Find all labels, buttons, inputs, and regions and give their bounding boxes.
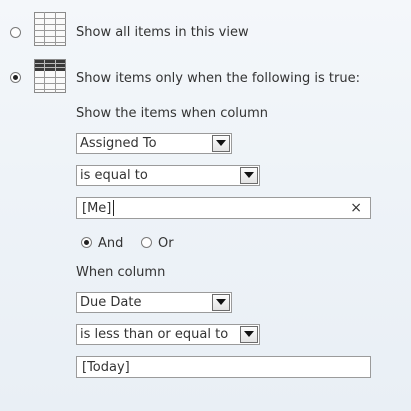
condition2-heading: When column bbox=[76, 265, 166, 280]
show-all-label: Show all items in this view bbox=[76, 25, 249, 40]
condition1-operator-value: is equal to bbox=[80, 168, 148, 183]
condition1-heading: Show the items when column bbox=[76, 106, 269, 121]
condition1-operator-select[interactable]: is equal to bbox=[76, 165, 260, 186]
condition2-operator-value: is less than or equal to bbox=[80, 327, 229, 342]
filtered-table-icon bbox=[34, 59, 66, 93]
chevron-down-icon[interactable] bbox=[212, 294, 230, 311]
condition1-value-text: [Me] bbox=[82, 201, 112, 216]
and-radio[interactable] bbox=[81, 237, 92, 248]
condition1-column-select[interactable]: Assigned To bbox=[76, 133, 232, 154]
condition2-column-select[interactable]: Due Date bbox=[76, 292, 232, 313]
condition2-value-text: [Today] bbox=[82, 360, 130, 375]
clear-icon[interactable]: × bbox=[350, 200, 362, 216]
condition1-value-input[interactable]: [Me] × bbox=[76, 197, 371, 219]
condition1-column-value: Assigned To bbox=[80, 136, 157, 151]
chevron-down-icon[interactable] bbox=[212, 135, 230, 152]
condition2-operator-select[interactable]: is less than or equal to bbox=[76, 324, 260, 345]
condition2-value-input[interactable]: [Today] bbox=[76, 356, 371, 378]
show-only-radio[interactable] bbox=[10, 72, 21, 83]
or-label: Or bbox=[158, 236, 174, 251]
chevron-down-icon[interactable] bbox=[240, 167, 258, 184]
and-label: And bbox=[98, 236, 124, 251]
show-all-radio[interactable] bbox=[10, 27, 21, 38]
or-radio[interactable] bbox=[141, 237, 152, 248]
chevron-down-icon[interactable] bbox=[240, 326, 258, 343]
table-grid-icon bbox=[34, 12, 66, 46]
text-cursor bbox=[113, 200, 114, 216]
show-only-label: Show items only when the following is tr… bbox=[76, 71, 360, 86]
condition2-column-value: Due Date bbox=[80, 295, 142, 310]
